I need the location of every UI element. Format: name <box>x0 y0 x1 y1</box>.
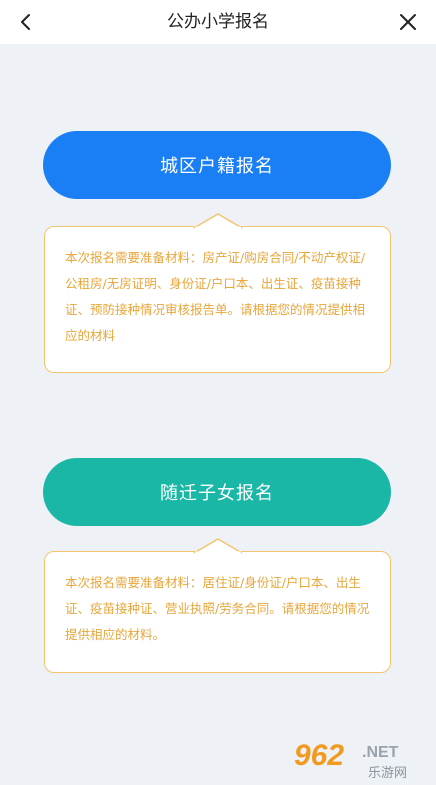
close-icon <box>400 14 416 30</box>
urban-materials-text: 本次报名需要准备材料：房产证/购房合同/不动产权证/公租房/无房证明、身份证/户… <box>65 250 366 343</box>
callout-pointer <box>193 538 243 555</box>
watermark-suffix: .NET <box>362 744 399 761</box>
page-title: 公办小学报名 <box>167 12 269 32</box>
top-nav-bar: 公办小学报名 <box>0 0 436 44</box>
migrant-materials-box: 本次报名需要准备材料：居住证/身份证/户口本、出生证、疫苗接种证、营业执照/劳务… <box>44 538 391 673</box>
migrant-registration-button[interactable]: 随迁子女报名 <box>43 458 391 526</box>
close-button[interactable] <box>392 6 424 38</box>
site-watermark-logo: 962 .NET 乐游网 <box>294 739 407 781</box>
watermark-site-name: 乐游网 <box>368 766 407 781</box>
migrant-materials-text: 本次报名需要准备材料：居住证/身份证/户口本、出生证、疫苗接种证、营业执照/劳务… <box>65 575 370 642</box>
urban-registration-button[interactable]: 城区户籍报名 <box>43 131 391 199</box>
urban-materials-box: 本次报名需要准备材料：房产证/购房合同/不动产权证/公租房/无房证明、身份证/户… <box>44 213 391 373</box>
watermark-number: 962 <box>294 739 344 772</box>
callout-pointer <box>193 213 243 230</box>
